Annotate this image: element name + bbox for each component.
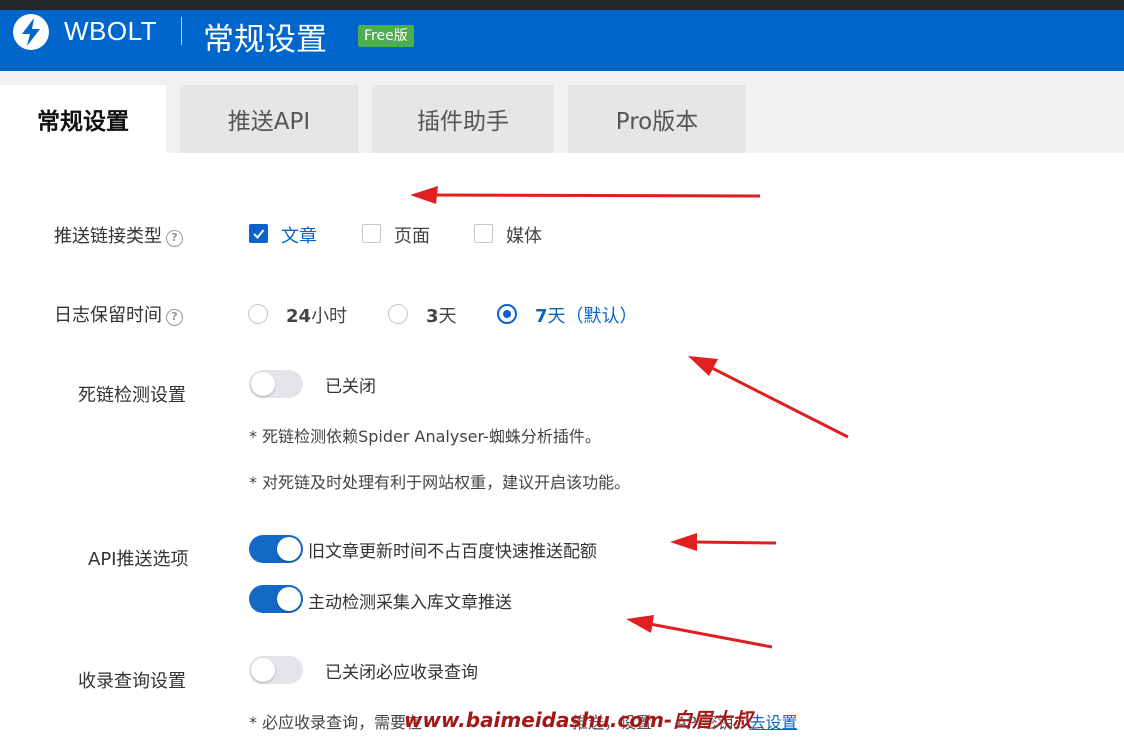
api-push-label: API推送选项 <box>88 549 189 570</box>
log-retention-label: 日志保留时间? <box>54 301 183 327</box>
radio-3d-num: 3 <box>426 306 439 327</box>
check-icon <box>253 229 265 239</box>
old-post-quota-label: 旧文章更新时间不占百度快速推送配额 <box>308 542 597 562</box>
index-query-note-prefix: * 必应收录查询，需要在 <box>249 713 423 732</box>
plugin-header: WBOLT 常规设置 Free版 <box>0 10 1124 71</box>
checkbox-media[interactable] <box>474 224 493 243</box>
lightning-bolt-icon <box>13 14 49 50</box>
radio-3d-unit: 天 <box>438 306 457 327</box>
dead-link-status: 已关闭 <box>325 377 376 397</box>
bing-index-query-status: 已关闭必应收录查询 <box>325 663 478 683</box>
red-arrow-icon <box>626 615 773 649</box>
brand-name: WBOLT <box>64 16 158 46</box>
checkbox-media-label[interactable]: 媒体 <box>506 222 542 248</box>
radio-3d-label[interactable]: 3天 <box>426 302 457 328</box>
red-arrow-icon <box>670 533 777 551</box>
old-post-quota-toggle[interactable] <box>249 535 303 563</box>
toggle-knob <box>251 658 275 682</box>
auto-detect-push-toggle[interactable] <box>249 585 303 613</box>
tab-bar: 常规设置 推送API 插件助手 Pro版本 <box>0 71 1124 153</box>
link-type-label-text: 推送链接类型 <box>54 226 162 247</box>
dead-link-note-1: * 死链检测依赖Spider Analyser-蜘蛛分析插件。 <box>249 427 601 446</box>
question-circle-icon[interactable]: ? <box>166 309 183 326</box>
tab-pro-version[interactable]: Pro版本 <box>568 85 746 153</box>
dead-link-toggle[interactable] <box>249 370 303 398</box>
dead-link-note-2: * 对死链及时处理有利于网站权重，建议开启该功能。 <box>249 473 631 492</box>
question-circle-icon[interactable]: ? <box>166 230 183 247</box>
bing-index-query-toggle[interactable] <box>249 656 303 684</box>
log-retention-label-text: 日志保留时间 <box>54 305 162 326</box>
header-divider <box>181 17 182 45</box>
red-arrow-icon <box>410 186 761 204</box>
site-watermark: www.baimeidashu.com-白眉大叔 <box>404 708 753 732</box>
tab-push-api[interactable]: 推送API <box>180 85 358 153</box>
radio-7d-label[interactable]: 7天（默认） <box>535 302 638 328</box>
checkbox-page[interactable] <box>362 224 381 243</box>
toggle-knob <box>251 372 275 396</box>
free-version-badge: Free版 <box>358 25 414 47</box>
tab-general-settings[interactable]: 常规设置 <box>0 85 166 153</box>
radio-7d-num: 7 <box>535 306 548 327</box>
radio-24h[interactable] <box>248 304 268 324</box>
link-type-label: 推送链接类型? <box>54 222 183 248</box>
auto-detect-push-label: 主动检测采集入库文章推送 <box>308 593 512 613</box>
radio-7d[interactable] <box>497 304 517 324</box>
red-arrow-icon <box>688 356 849 439</box>
tab-plugin-assistant[interactable]: 插件助手 <box>372 85 554 153</box>
checkbox-article-label[interactable]: 文章 <box>281 222 317 248</box>
page-title: 常规设置 <box>203 22 327 58</box>
radio-24h-num: 24 <box>286 306 312 327</box>
checkbox-article[interactable] <box>249 224 268 243</box>
index-query-label: 收录查询设置 <box>78 671 186 692</box>
radio-24h-unit: 小时 <box>311 306 348 327</box>
radio-24h-label[interactable]: 24小时 <box>286 302 347 328</box>
radio-7d-unit: 天（默认） <box>547 306 638 327</box>
dead-link-label: 死链检测设置 <box>78 385 186 406</box>
toggle-knob <box>277 587 301 611</box>
go-settings-link[interactable]: 去设置 <box>749 713 797 732</box>
checkbox-page-label[interactable]: 页面 <box>394 222 430 248</box>
radio-3d[interactable] <box>388 304 408 324</box>
admin-top-strip <box>0 0 1124 10</box>
toggle-knob <box>277 537 301 561</box>
